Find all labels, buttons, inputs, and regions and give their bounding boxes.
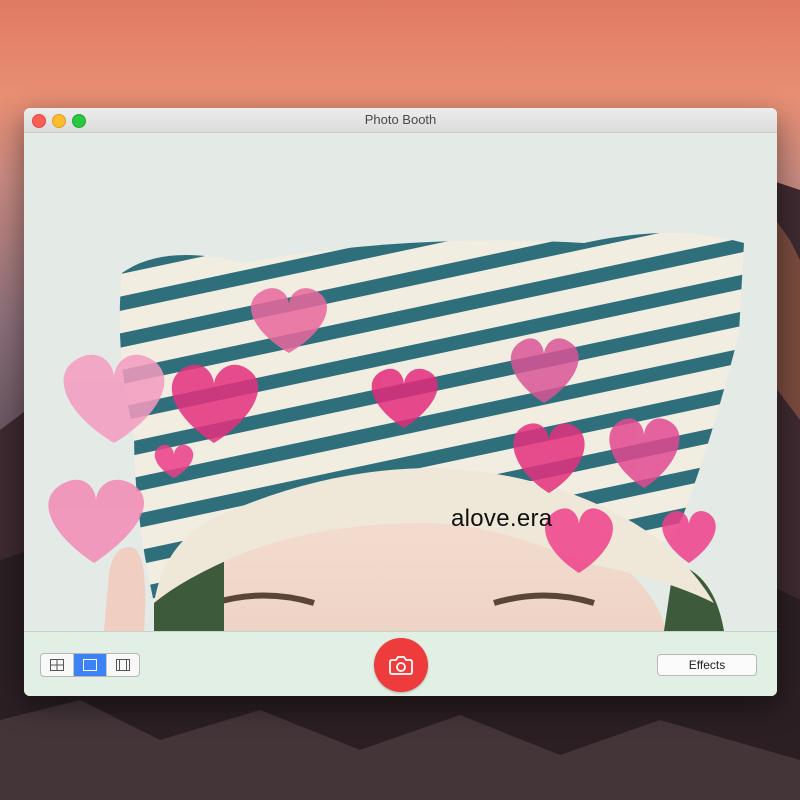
- filmstrip-icon: [116, 659, 130, 671]
- effects-button[interactable]: Effects: [657, 654, 757, 676]
- single-photo-icon: [83, 659, 97, 671]
- camera-icon: [389, 656, 413, 675]
- single-photo-layout-button[interactable]: [74, 654, 107, 676]
- title-bar[interactable]: Photo Booth: [24, 108, 777, 133]
- video-layout-button[interactable]: [107, 654, 139, 676]
- bottom-toolbar: Effects: [24, 631, 777, 696]
- camera-image: [24, 133, 777, 631]
- take-photo-button[interactable]: [374, 638, 428, 692]
- four-up-layout-button[interactable]: [41, 654, 74, 676]
- layout-segmented-control[interactable]: [40, 653, 140, 677]
- camera-preview: alove.era: [24, 133, 777, 631]
- photo-booth-window: Photo Booth alove.era Effects: [24, 108, 777, 696]
- watermark-text: alove.era: [451, 505, 553, 532]
- grid-icon: [50, 659, 64, 671]
- window-title: Photo Booth: [364, 112, 437, 127]
